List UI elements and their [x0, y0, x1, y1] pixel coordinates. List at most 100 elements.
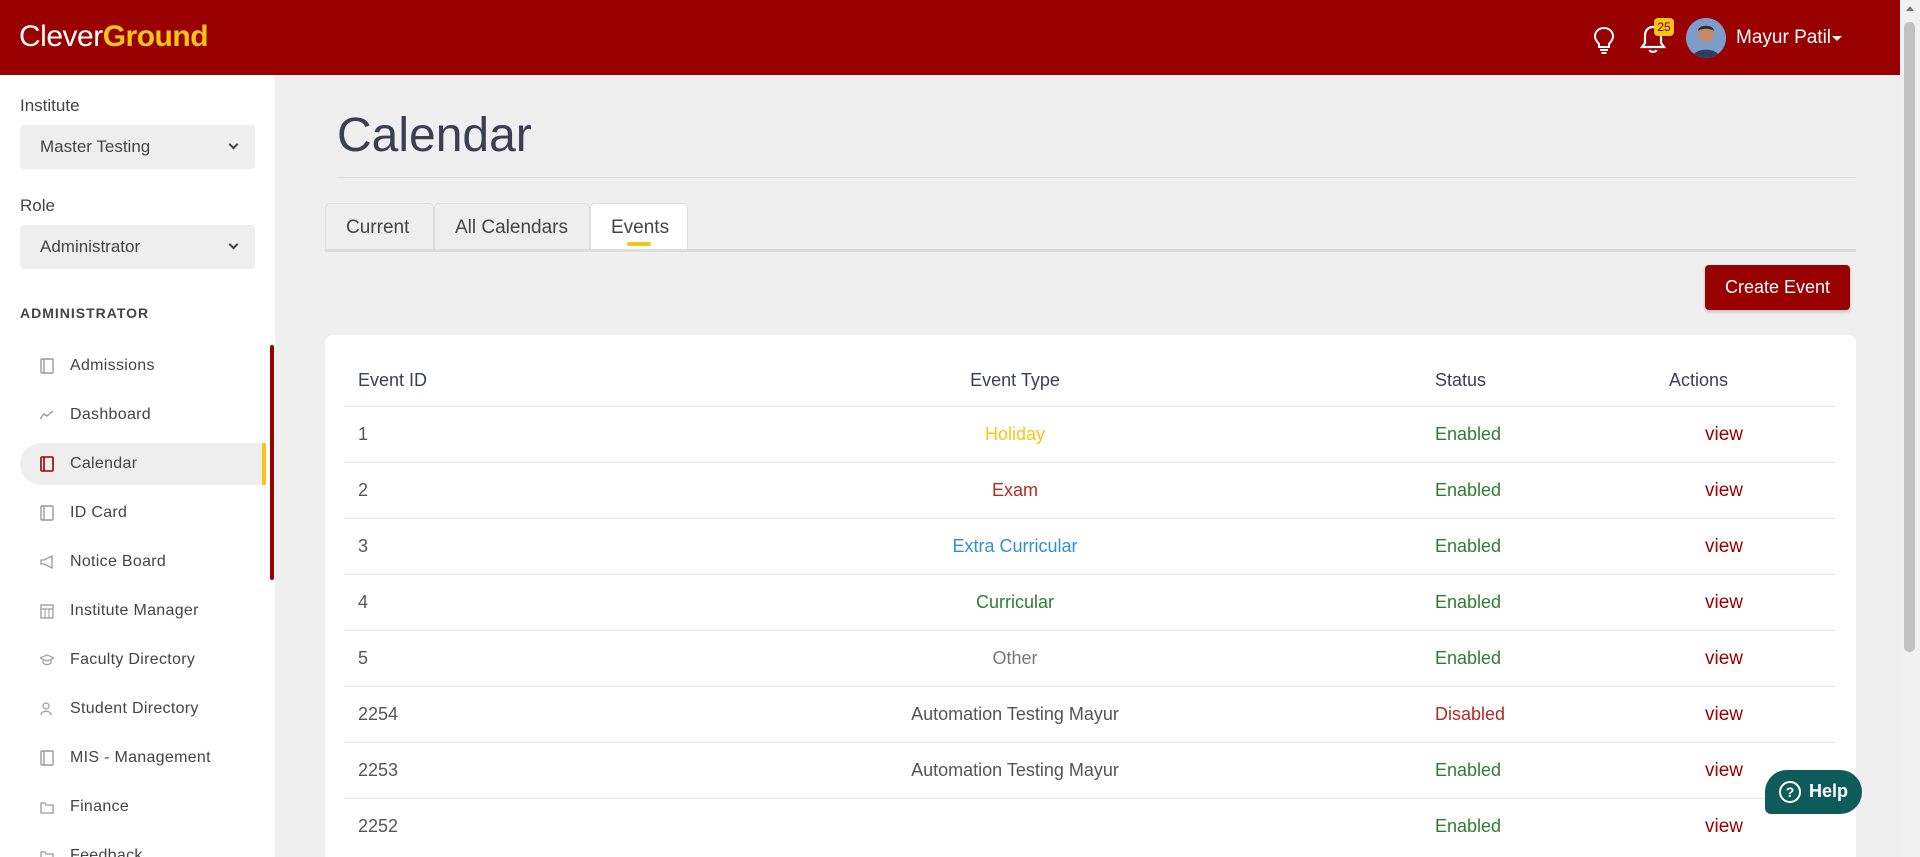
- tab-label: All Calendars: [455, 217, 568, 238]
- event-type-cell: Automation Testing Mayur: [911, 704, 1119, 724]
- lightbulb-icon[interactable]: [1592, 26, 1616, 54]
- table-row: 2252 Enabled view: [345, 798, 1835, 854]
- book-icon: [40, 456, 54, 472]
- question-circle-icon: ?: [1779, 781, 1801, 803]
- notification-count-badge: 25: [1654, 18, 1674, 36]
- users-icon: [40, 702, 52, 716]
- user-avatar[interactable]: [1686, 18, 1726, 58]
- event-id-cell: 3: [358, 536, 369, 556]
- table-row: 2253 Automation Testing Mayur Enabled view: [345, 742, 1835, 798]
- sidebar-item-admissions[interactable]: Admissions: [20, 345, 266, 387]
- help-label: Help: [1809, 781, 1849, 801]
- view-link[interactable]: view: [1705, 424, 1743, 446]
- view-link[interactable]: view: [1705, 816, 1743, 838]
- institute-select[interactable]: Master Testing: [20, 125, 255, 169]
- column-header-status: Status: [1435, 370, 1487, 390]
- sidebar-item-mis-management[interactable]: MIS - Management: [20, 737, 266, 779]
- tab-current[interactable]: Current: [325, 203, 434, 249]
- sidebar-item-label: Admissions: [70, 357, 155, 374]
- sidebar-item-student-directory[interactable]: Student Directory: [20, 688, 266, 730]
- sidebar-item-label: Finance: [70, 798, 130, 815]
- scrollbar-thumb[interactable]: [1904, 22, 1915, 652]
- create-event-button[interactable]: Create Event: [1705, 265, 1850, 310]
- institute-select-value: Master Testing: [40, 137, 151, 156]
- sidebar-item-label: Institute Manager: [70, 602, 199, 619]
- sidebar-item-label: Calendar: [70, 455, 138, 472]
- view-link[interactable]: view: [1705, 536, 1743, 558]
- sidebar-item-notice-board[interactable]: Notice Board: [20, 541, 266, 583]
- table-row: 4 Curricular Enabled view: [345, 574, 1835, 630]
- status-cell: Enabled: [1435, 536, 1502, 556]
- sidebar-menu-scrollbar[interactable]: [270, 345, 274, 580]
- page-title: Calendar: [337, 109, 532, 162]
- event-id-cell: 2253: [358, 760, 399, 780]
- table-row: 3 Extra Curricular Enabled view: [345, 518, 1835, 574]
- folder-icon: [40, 851, 54, 857]
- tab-events[interactable]: Events: [590, 203, 688, 249]
- tabs-divider: [325, 249, 1856, 252]
- status-cell: Enabled: [1435, 592, 1502, 612]
- event-id-cell: 2: [358, 480, 369, 500]
- status-cell: Enabled: [1435, 760, 1502, 780]
- event-id-cell: 4: [358, 592, 369, 612]
- graduation-cap-icon: [40, 654, 54, 666]
- logo-part-1: Clever: [19, 20, 103, 53]
- view-link[interactable]: view: [1705, 480, 1743, 502]
- status-cell: Enabled: [1435, 648, 1502, 668]
- events-table-card: Event ID Event Type Status Actions 1 Holi…: [325, 335, 1856, 857]
- sidebar-item-finance[interactable]: Finance: [20, 786, 266, 828]
- chevron-down-icon: [228, 139, 239, 150]
- book-icon: [40, 358, 54, 374]
- title-divider: [337, 177, 1856, 178]
- sidebar-item-calendar[interactable]: Calendar: [20, 443, 266, 485]
- event-type-cell: Curricular: [975, 592, 1054, 612]
- scroll-up-arrow-icon[interactable]: [1906, 6, 1914, 11]
- sidebar-item-label: Faculty Directory: [70, 651, 196, 668]
- event-type-cell: Exam: [991, 480, 1038, 500]
- institute-label: Institute: [20, 96, 80, 115]
- column-header-event-type: Event Type: [970, 370, 1060, 390]
- megaphone-icon: [40, 554, 53, 570]
- view-link[interactable]: view: [1705, 592, 1743, 614]
- sidebar-item-faculty-directory[interactable]: Faculty Directory: [20, 639, 266, 681]
- role-select[interactable]: Administrator: [20, 225, 255, 269]
- table-row: 5 Other Enabled view: [345, 630, 1835, 686]
- role-select-value: Administrator: [40, 237, 141, 256]
- role-label: Role: [20, 196, 55, 215]
- help-button[interactable]: ? Help: [1765, 770, 1862, 814]
- column-header-actions: Actions: [1669, 370, 1729, 390]
- status-cell: Enabled: [1435, 480, 1502, 500]
- folder-icon: [40, 802, 54, 814]
- book-icon: [40, 750, 54, 766]
- event-type-cell: Holiday: [984, 424, 1046, 444]
- event-type-cell: Automation Testing Mayur: [911, 760, 1119, 780]
- sidebar-item-feedback[interactable]: Feedback: [20, 835, 266, 857]
- tab-label: Current: [346, 217, 410, 238]
- view-link[interactable]: view: [1705, 760, 1743, 782]
- column-header-event-id: Event ID: [358, 370, 428, 390]
- event-type-cell: Other: [992, 648, 1038, 668]
- page-scrollbar[interactable]: [1900, 0, 1920, 857]
- chevron-down-icon: [228, 239, 239, 250]
- sidebar-item-label: Student Directory: [70, 700, 199, 717]
- sidebar-section-title: ADMINISTRATOR: [20, 305, 150, 321]
- event-id-cell: 2254: [358, 704, 399, 724]
- logo-part-2: Ground: [102, 20, 209, 53]
- view-link[interactable]: view: [1705, 648, 1743, 670]
- clever-ground-logo[interactable]: CleverGround: [19, 20, 209, 54]
- sidebar-item-id-card[interactable]: ID Card: [20, 492, 266, 534]
- sidebar-item-institute-manager[interactable]: Institute Manager: [20, 590, 266, 632]
- table-row: 1 Holiday Enabled view: [345, 406, 1835, 462]
- sidebar-item-label: MIS - Management: [70, 749, 211, 766]
- view-link[interactable]: view: [1705, 704, 1743, 726]
- tab-all-calendars[interactable]: All Calendars: [434, 203, 590, 249]
- active-tab-indicator: [627, 242, 651, 246]
- caret-down-icon[interactable]: [1832, 36, 1842, 41]
- sidebar-item-dashboard[interactable]: Dashboard: [20, 394, 266, 436]
- sidebar-item-label: ID Card: [70, 504, 128, 521]
- table-row: 2254 Automation Testing Mayur Disabled view: [345, 686, 1835, 742]
- user-name-dropdown[interactable]: Mayur Patil: [1736, 27, 1831, 49]
- status-cell: Enabled: [1435, 424, 1502, 444]
- sidebar-item-label: Dashboard: [70, 406, 151, 423]
- event-id-cell: 2252: [358, 816, 399, 836]
